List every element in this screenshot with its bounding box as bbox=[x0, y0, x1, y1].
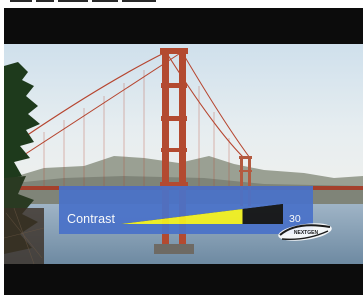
contrast-level-bar[interactable] bbox=[121, 204, 283, 224]
osd-panel: Contrast 30 bbox=[59, 186, 313, 234]
brand-logo-text: NEXTGEN bbox=[294, 230, 319, 236]
screen: Contrast 30 NEXTGEN bbox=[0, 0, 363, 295]
cropped-top-edge bbox=[10, 0, 200, 4]
brand-swoosh-logo: NEXTGEN bbox=[278, 223, 332, 241]
level-bar-fill bbox=[121, 209, 243, 224]
osd-setting-label: Contrast bbox=[67, 212, 116, 226]
video-frame bbox=[4, 8, 363, 295]
tv-frame: Contrast 30 NEXTGEN bbox=[4, 8, 363, 295]
